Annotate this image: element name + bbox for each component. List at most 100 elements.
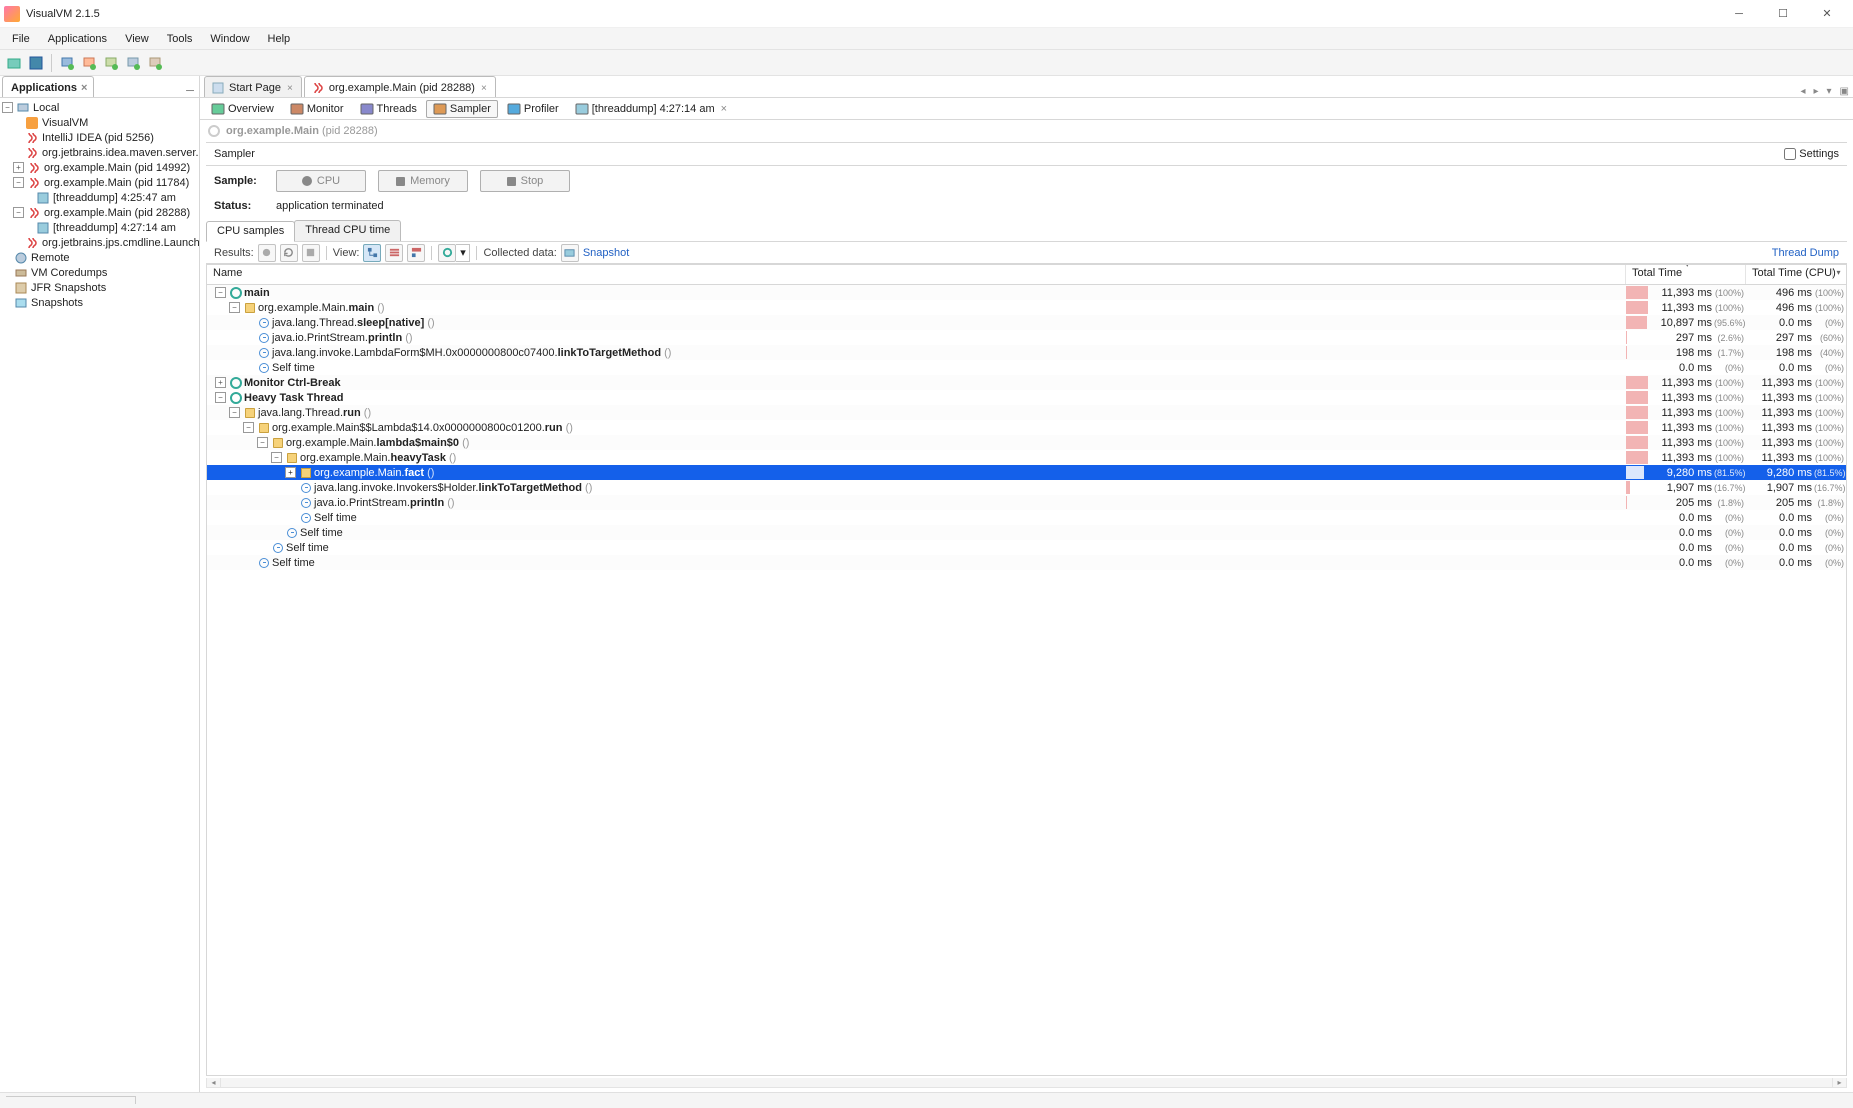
editor-tab[interactable]: Start Page× — [204, 76, 302, 97]
scroll-right-icon[interactable]: ▸ — [1832, 1078, 1846, 1088]
table-row[interactable]: java.lang.Thread.sleep[native] ()10,897 … — [207, 315, 1846, 330]
column-menu-icon[interactable]: ▾ — [1832, 268, 1844, 277]
snapshot-link[interactable]: Snapshot — [583, 247, 629, 259]
table-row[interactable]: −org.example.Main.heavyTask ()11,393 ms(… — [207, 450, 1846, 465]
sample-tab[interactable]: Thread CPU time — [294, 220, 401, 241]
thread-filter-icon[interactable] — [438, 244, 456, 262]
close-button[interactable]: ✕ — [1805, 0, 1849, 28]
applications-tab[interactable]: Applications × — [2, 76, 94, 97]
refresh-icon[interactable] — [258, 244, 276, 262]
tabs-menu-icon[interactable]: ▾ — [1823, 86, 1836, 97]
view-hotspots-icon[interactable] — [385, 244, 403, 262]
attach-host-icon[interactable] — [57, 53, 77, 73]
stop-button[interactable]: Stop — [480, 170, 570, 192]
view-combined-icon[interactable] — [407, 244, 425, 262]
tree-item[interactable]: [threaddump] 4:27:14 am — [0, 220, 199, 235]
row-toggle-icon[interactable]: − — [243, 422, 254, 433]
tree-item[interactable]: org.jetbrains.idea.maven.server.RemoteMa… — [0, 145, 199, 160]
table-row[interactable]: −org.example.Main$$Lambda$14.0x000000080… — [207, 420, 1846, 435]
menu-file[interactable]: File — [4, 31, 38, 47]
load-snapshot-icon[interactable] — [4, 53, 24, 73]
horizontal-scrollbar[interactable]: ◂ ▸ — [206, 1078, 1847, 1088]
view-tab-sampler[interactable]: Sampler — [426, 100, 498, 118]
reload-icon[interactable] — [280, 244, 298, 262]
table-row[interactable]: −main11,393 ms(100%)496 ms(100%) — [207, 285, 1846, 300]
row-toggle-icon[interactable]: − — [229, 407, 240, 418]
minimize-button[interactable]: ─ — [1717, 0, 1761, 28]
tabs-right-icon[interactable]: ▸ — [1809, 86, 1822, 97]
row-toggle-icon[interactable]: − — [257, 437, 268, 448]
tab-close-icon[interactable]: × — [285, 83, 295, 94]
settings-checkbox-input[interactable] — [1784, 148, 1796, 160]
row-toggle-icon[interactable]: − — [229, 302, 240, 313]
menu-applications[interactable]: Applications — [40, 31, 115, 47]
thread-dump-link[interactable]: Thread Dump — [1772, 247, 1839, 259]
table-body[interactable]: −main11,393 ms(100%)496 ms(100%)−org.exa… — [207, 285, 1846, 1075]
tree-item[interactable]: Snapshots — [0, 295, 199, 310]
row-toggle-icon[interactable]: + — [285, 467, 296, 478]
table-row[interactable]: java.io.PrintStream.println ()205 ms(1.8… — [207, 495, 1846, 510]
tree-item[interactable]: −org.example.Main (pid 11784) — [0, 175, 199, 190]
tree-toggle-icon[interactable]: − — [2, 102, 13, 113]
table-row[interactable]: Self time0.0 ms(0%)0.0 ms(0%) — [207, 555, 1846, 570]
table-row[interactable]: java.io.PrintStream.println ()297 ms(2.6… — [207, 330, 1846, 345]
view-tab-threads[interactable]: Threads — [353, 100, 424, 118]
tree-item[interactable]: JFR Snapshots — [0, 280, 199, 295]
view-tab-profiler[interactable]: Profiler — [500, 100, 566, 118]
tree-toggle-icon[interactable]: + — [13, 162, 24, 173]
scroll-left-icon[interactable]: ◂ — [207, 1078, 221, 1088]
tabs-max-icon[interactable]: ▣ — [1836, 86, 1853, 97]
row-toggle-icon[interactable]: − — [215, 287, 226, 298]
table-row[interactable]: Self time0.0 ms(0%)0.0 ms(0%) — [207, 525, 1846, 540]
attach-jmx-icon[interactable] — [79, 53, 99, 73]
table-row[interactable]: −Heavy Task Thread11,393 ms(100%)11,393 … — [207, 390, 1846, 405]
applications-tree[interactable]: −LocalVisualVMIntelliJ IDEA (pid 5256)or… — [0, 98, 199, 1092]
thread-filter-dropdown-icon[interactable]: ▾ — [456, 244, 470, 262]
table-row[interactable]: Self time0.0 ms(0%)0.0 ms(0%) — [207, 510, 1846, 525]
editor-tab[interactable]: org.example.Main (pid 28288)× — [304, 76, 496, 97]
table-row[interactable]: java.lang.invoke.Invokers$Holder.linkToT… — [207, 480, 1846, 495]
col-total-time[interactable]: Total Time▾ — [1626, 265, 1746, 284]
attach-coredump-icon[interactable] — [123, 53, 143, 73]
table-row[interactable]: +Monitor Ctrl-Break11,393 ms(100%)11,393… — [207, 375, 1846, 390]
row-toggle-icon[interactable]: + — [215, 377, 226, 388]
snapshot-icon[interactable] — [561, 244, 579, 262]
row-toggle-icon[interactable]: − — [215, 392, 226, 403]
tree-toggle-icon[interactable]: − — [13, 207, 24, 218]
table-row[interactable]: −org.example.Main.main ()11,393 ms(100%)… — [207, 300, 1846, 315]
table-row[interactable]: java.lang.invoke.LambdaForm$MH.0x0000000… — [207, 345, 1846, 360]
attach-jstatd-icon[interactable] — [101, 53, 121, 73]
col-name[interactable]: Name — [207, 265, 1626, 284]
tree-item[interactable]: −org.example.Main (pid 28288) — [0, 205, 199, 220]
tree-item[interactable]: VisualVM — [0, 115, 199, 130]
tabs-left-icon[interactable]: ◂ — [1796, 86, 1809, 97]
view-tab--threaddump-am[interactable]: [threaddump] 4:27:14 am× — [568, 100, 734, 118]
menu-tools[interactable]: Tools — [159, 31, 201, 47]
menu-view[interactable]: View — [117, 31, 157, 47]
cpu-button[interactable]: CPU — [276, 170, 366, 192]
applications-tab-close-icon[interactable]: × — [81, 82, 87, 94]
tree-item[interactable]: IntelliJ IDEA (pid 5256) — [0, 130, 199, 145]
tree-item[interactable]: org.jetbrains.jps.cmdline.Launcher (pid — [0, 235, 199, 250]
memory-button[interactable]: Memory — [378, 170, 468, 192]
menu-window[interactable]: Window — [202, 31, 257, 47]
view-tab-overview[interactable]: Overview — [204, 100, 281, 118]
tree-item[interactable]: VM Coredumps — [0, 265, 199, 280]
row-toggle-icon[interactable]: − — [271, 452, 282, 463]
attach-jfr-icon[interactable] — [145, 53, 165, 73]
maximize-button[interactable]: ☐ — [1761, 0, 1805, 28]
tree-item[interactable]: −Local — [0, 100, 199, 115]
table-row[interactable]: −java.lang.Thread.run ()11,393 ms(100%)1… — [207, 405, 1846, 420]
settings-checkbox[interactable]: Settings — [1784, 148, 1839, 160]
sample-tab[interactable]: CPU samples — [206, 221, 295, 242]
tree-toggle-icon[interactable]: − — [13, 177, 24, 188]
table-row[interactable]: Self time0.0 ms(0%)0.0 ms(0%) — [207, 360, 1846, 375]
table-row[interactable]: −org.example.Main.lambda$main$0 ()11,393… — [207, 435, 1846, 450]
tree-item[interactable]: +org.example.Main (pid 14992) — [0, 160, 199, 175]
col-total-time-cpu[interactable]: Total Time (CPU)▾ — [1746, 265, 1846, 284]
sidebar-minimize-icon[interactable]: ─ — [181, 85, 199, 97]
save-snapshot-icon[interactable] — [26, 53, 46, 73]
tab-close-icon[interactable]: × — [479, 83, 489, 94]
view-tree-icon[interactable] — [363, 244, 381, 262]
tab-close-icon[interactable]: × — [721, 103, 727, 115]
